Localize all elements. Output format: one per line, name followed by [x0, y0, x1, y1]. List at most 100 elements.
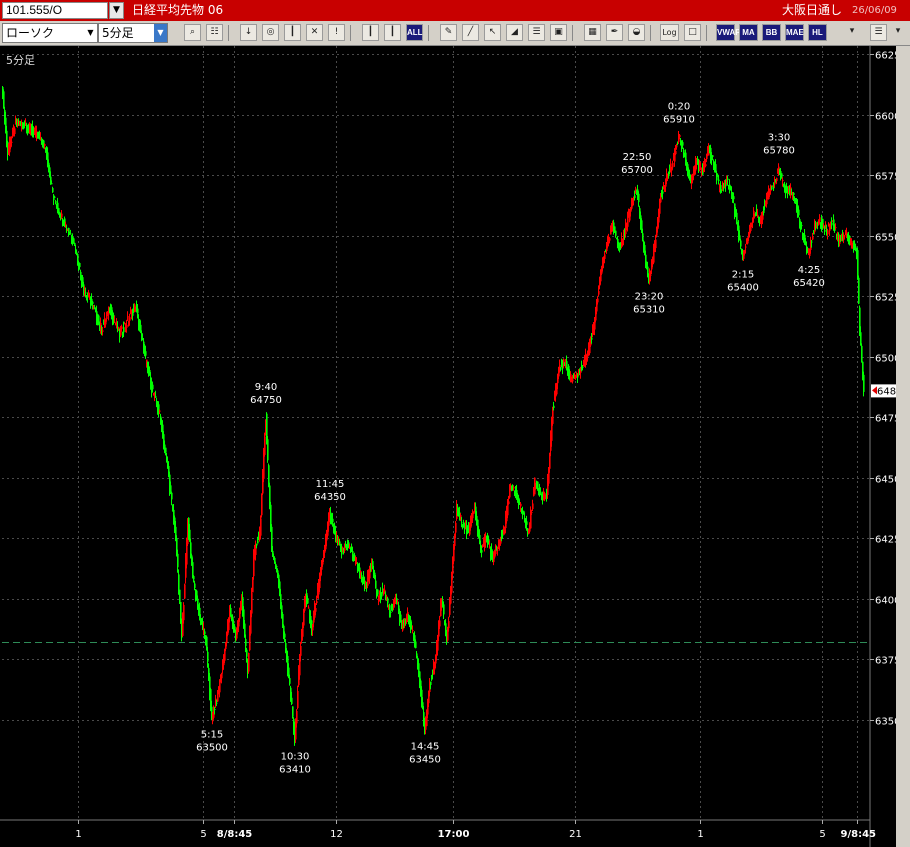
log-icon[interactable]: Log — [660, 24, 679, 41]
candle-body — [260, 518, 262, 536]
candlestick-chart[interactable]: 63500 63750 64000 64250 64500 64750 65000 65250… — [0, 46, 896, 847]
bar-style-icon[interactable]: ┃ — [284, 24, 301, 41]
candle-body — [672, 163, 674, 168]
candle-body — [642, 233, 644, 242]
candle-body — [207, 651, 209, 662]
toolbar-divider — [706, 25, 707, 41]
candle-body — [827, 230, 829, 235]
bb-button[interactable]: BB — [762, 24, 781, 41]
save-icon[interactable]: ▣ — [550, 24, 567, 41]
cursor-icon[interactable]: ↖ — [484, 24, 501, 41]
toolbar-overflow-icon[interactable]: ▾ — [846, 24, 858, 41]
interval-value: 5分足 — [102, 26, 134, 40]
candle-body — [308, 607, 310, 609]
candle-body — [655, 239, 657, 249]
memo-icon[interactable]: ☰ — [528, 24, 545, 41]
fill-icon[interactable]: ◢ — [506, 24, 523, 41]
candle-body — [14, 128, 16, 135]
candle-body — [261, 493, 263, 516]
annotation-price: 64750 — [250, 395, 282, 406]
candle-body — [216, 702, 218, 704]
annotation-price: 63450 — [409, 755, 441, 766]
candle-body — [582, 366, 584, 368]
candle-body — [219, 681, 221, 693]
y-tick-label: 64750 — [875, 414, 896, 425]
zoom-icon[interactable]: ⌕ — [184, 24, 201, 41]
candle-body — [132, 313, 134, 316]
candle-body — [339, 541, 341, 545]
candle-body — [455, 522, 457, 533]
candle-body — [221, 673, 223, 679]
chevron-down-icon[interactable]: ▼ — [84, 24, 97, 42]
x-tick-label: 21 — [569, 829, 582, 840]
magnify-icon[interactable]: ◎ — [262, 24, 279, 41]
menu-overflow-icon[interactable]: ▾ — [892, 24, 904, 41]
annotation-time: 5:15 — [201, 730, 223, 741]
annotation-price: 65780 — [763, 146, 795, 157]
palette-icon[interactable]: ◒ — [628, 24, 645, 41]
brush-icon[interactable]: ✒ — [606, 24, 623, 41]
x-tick-label: 12 — [330, 829, 343, 840]
all-icon[interactable]: ALL — [406, 24, 423, 41]
candle-body — [641, 220, 643, 229]
chevron-down-icon[interactable]: ▼ — [154, 24, 167, 42]
candle-select-icon[interactable]: ┃ — [384, 24, 401, 41]
candle-body — [858, 277, 860, 304]
candle-body — [44, 144, 46, 146]
candle-body — [159, 410, 161, 412]
candle-body — [566, 361, 568, 368]
candle-body — [598, 290, 600, 295]
candle-body — [387, 598, 389, 604]
mae-button[interactable]: MAE — [785, 24, 804, 41]
chart-area[interactable]: 63500 63750 64000 64250 64500 64750 65000 65250… — [0, 46, 910, 847]
hl-button[interactable]: HL — [808, 24, 827, 41]
bar-x-icon[interactable]: ✕ — [306, 24, 323, 41]
candle-icon[interactable]: ┃ — [362, 24, 379, 41]
candle-body — [179, 589, 181, 602]
grid-icon[interactable]: ▦ — [584, 24, 601, 41]
pencil-icon[interactable]: ✎ — [440, 24, 457, 41]
candle-body — [276, 566, 278, 568]
y-tick-label: 65500 — [875, 233, 896, 244]
point-figure-icon[interactable]: ↓ — [240, 24, 257, 41]
candle-body — [857, 250, 859, 278]
candle-body — [650, 274, 652, 276]
symbol-input[interactable]: 101.555/O — [2, 2, 108, 19]
annotation-price: 64350 — [314, 492, 346, 503]
interval-select[interactable]: 5分足 ▼ — [98, 23, 168, 43]
candle-body — [245, 639, 247, 647]
right-scroll-strip[interactable] — [896, 46, 910, 847]
candle-body — [481, 550, 483, 553]
candle-body — [252, 579, 254, 593]
ma-button[interactable]: MA — [739, 24, 758, 41]
candle-body — [812, 236, 814, 240]
annotation-time: 9:40 — [255, 382, 277, 393]
candle-body — [170, 485, 172, 492]
vwap-button[interactable]: VWAP — [716, 24, 741, 41]
info-icon[interactable]: ! — [328, 24, 345, 41]
candle-body — [494, 555, 496, 558]
candle-body — [183, 604, 185, 621]
candle-body — [473, 512, 475, 514]
window-icon[interactable]: □ — [684, 24, 701, 41]
compare-icon[interactable]: ☷ — [206, 24, 223, 41]
candle-body — [532, 503, 534, 510]
settings-icon[interactable]: ☰ — [870, 24, 887, 41]
candle-body — [74, 242, 76, 245]
annotation-time: 2:15 — [732, 270, 754, 281]
candle-body — [268, 465, 270, 483]
candle-body — [676, 146, 678, 148]
annotation-price: 65400 — [727, 283, 759, 294]
symbol-dropdown-button[interactable]: ▼ — [109, 2, 124, 19]
y-tick-label: 63500 — [875, 717, 896, 728]
candle-body — [85, 292, 87, 294]
chart-type-select[interactable]: ローソク ▼ — [2, 23, 98, 43]
annotation-price: 65420 — [793, 278, 825, 289]
candle-body — [497, 549, 499, 551]
candle-body — [727, 178, 729, 181]
line-draw-icon[interactable]: ╱ — [462, 24, 479, 41]
candle-body — [51, 183, 53, 185]
instrument-name: 日経平均先物 06 — [132, 3, 224, 17]
candle-body — [79, 263, 81, 268]
candle-body — [155, 396, 157, 398]
